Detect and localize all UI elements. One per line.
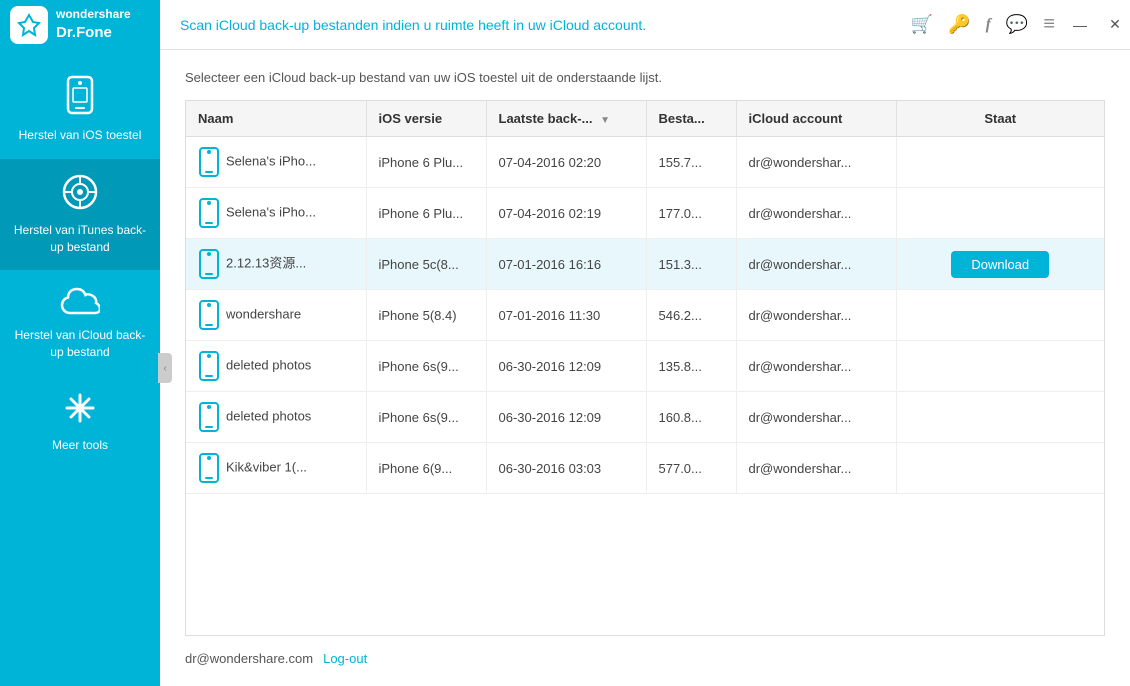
backup-table-container[interactable]: Naam iOS versie Laatste back-... ▼ Besta… (185, 100, 1105, 636)
window-controls: — ✕ (1065, 10, 1130, 40)
content-subtitle: Selecteer een iCloud back-up bestand van… (185, 70, 1105, 85)
cell-backup: 06-30-2016 12:09 (486, 392, 646, 443)
cell-name: 2.12.13资源... (186, 239, 366, 290)
cell-name: deleted photos (186, 341, 366, 392)
table-row[interactable]: Selena's iPho...iPhone 6 Plu...07-04-201… (186, 188, 1104, 239)
cell-account: dr@wondershar... (736, 290, 896, 341)
backup-table: Naam iOS versie Laatste back-... ▼ Besta… (186, 101, 1104, 494)
cell-ios: iPhone 6(9... (366, 443, 486, 494)
cloud-icon (60, 285, 100, 321)
col-header-account[interactable]: iCloud account (736, 101, 896, 137)
table-row[interactable]: deleted photosiPhone 6s(9...06-30-2016 1… (186, 341, 1104, 392)
sidebar: Herstel van iOS toestel Herstel van iTun… (0, 50, 160, 686)
footer-area: dr@wondershare.com Log-out (185, 651, 1105, 666)
cell-size: 135.8... (646, 341, 736, 392)
sort-icon: ▼ (600, 115, 610, 126)
sidebar-label-itunes: Herstel van iTunes back-up bestand (10, 222, 150, 256)
cell-ios: iPhone 6 Plu... (366, 137, 486, 188)
sidebar-toggle[interactable]: ‹ (158, 353, 172, 383)
minimize-button[interactable]: — (1065, 10, 1095, 40)
cell-account: dr@wondershar... (736, 137, 896, 188)
cell-backup: 07-04-2016 02:19 (486, 188, 646, 239)
cell-state (896, 443, 1104, 494)
cell-account: dr@wondershar... (736, 239, 896, 290)
cell-state (896, 290, 1104, 341)
cell-account: dr@wondershar... (736, 443, 896, 494)
logo-area: wondershare Dr.Fone (0, 0, 160, 50)
cell-name: wondershare (186, 290, 366, 341)
cell-state (896, 188, 1104, 239)
cell-size: 151.3... (646, 239, 736, 290)
cart-icon[interactable]: 🛒 (911, 14, 933, 35)
cell-size: 155.7... (646, 137, 736, 188)
sidebar-item-itunes-restore[interactable]: Herstel van iTunes back-up bestand (0, 159, 160, 271)
tools-icon (63, 391, 97, 431)
cell-ios: iPhone 6s(9... (366, 341, 486, 392)
table-row[interactable]: deleted photosiPhone 6s(9...06-30-2016 1… (186, 392, 1104, 443)
cell-backup: 07-01-2016 16:16 (486, 239, 646, 290)
facebook-icon[interactable]: f (986, 16, 991, 34)
cell-name: deleted photos (186, 392, 366, 443)
table-header-row: Naam iOS versie Laatste back-... ▼ Besta… (186, 101, 1104, 137)
cell-size: 160.8... (646, 392, 736, 443)
cell-size: 177.0... (646, 188, 736, 239)
logo-icon (10, 6, 48, 44)
cell-size: 577.0... (646, 443, 736, 494)
sidebar-item-more-tools[interactable]: Meer tools (0, 376, 160, 469)
cell-state (896, 341, 1104, 392)
phone-icon (64, 75, 96, 121)
cell-account: dr@wondershar... (736, 392, 896, 443)
sidebar-label-tools: Meer tools (52, 437, 108, 454)
cell-state[interactable]: Download (896, 239, 1104, 290)
close-button[interactable]: ✕ (1100, 10, 1130, 40)
col-header-size[interactable]: Besta... (646, 101, 736, 137)
chat-icon[interactable]: 💬 (1006, 14, 1028, 35)
cell-size: 546.2... (646, 290, 736, 341)
cell-account: dr@wondershar... (736, 188, 896, 239)
cell-name: Selena's iPho... (186, 137, 366, 188)
cell-name: Kik&viber 1(... (186, 443, 366, 494)
table-row[interactable]: wondershareiPhone 5(8.4)07-01-2016 11:30… (186, 290, 1104, 341)
cell-backup: 07-01-2016 11:30 (486, 290, 646, 341)
download-button[interactable]: Download (951, 251, 1049, 278)
cell-ios: iPhone 5c(8... (366, 239, 486, 290)
cell-ios: iPhone 5(8.4) (366, 290, 486, 341)
app-name: wondershare Dr.Fone (56, 7, 131, 42)
col-header-ios[interactable]: iOS versie (366, 101, 486, 137)
footer-email: dr@wondershare.com (185, 651, 313, 666)
cell-backup: 06-30-2016 12:09 (486, 341, 646, 392)
sidebar-item-ios-restore[interactable]: Herstel van iOS toestel (0, 60, 160, 159)
cell-backup: 07-04-2016 02:20 (486, 137, 646, 188)
table-row[interactable]: Selena's iPho...iPhone 6 Plu...07-04-201… (186, 137, 1104, 188)
sidebar-item-icloud-restore[interactable]: Herstel van iCloud back-up bestand (0, 270, 160, 376)
cell-state (896, 137, 1104, 188)
cell-account: dr@wondershar... (736, 341, 896, 392)
cell-name: Selena's iPho... (186, 188, 366, 239)
header-message: Scan iCloud back-up bestanden indien u r… (160, 17, 911, 33)
title-bar-icons: 🛒 🔑 f 💬 ≡ (911, 13, 1055, 36)
table-row[interactable]: 2.12.13资源...iPhone 5c(8...07-01-2016 16:… (186, 239, 1104, 290)
cell-backup: 06-30-2016 03:03 (486, 443, 646, 494)
col-header-name[interactable]: Naam (186, 101, 366, 137)
cell-ios: iPhone 6 Plu... (366, 188, 486, 239)
logout-link[interactable]: Log-out (323, 651, 367, 666)
music-icon (62, 174, 98, 216)
menu-icon[interactable]: ≡ (1043, 13, 1055, 36)
cell-ios: iPhone 6s(9... (366, 392, 486, 443)
table-row[interactable]: Kik&viber 1(...iPhone 6(9...06-30-2016 0… (186, 443, 1104, 494)
col-header-backup[interactable]: Laatste back-... ▼ (486, 101, 646, 137)
sidebar-label-icloud: Herstel van iCloud back-up bestand (10, 327, 150, 361)
key-icon[interactable]: 🔑 (948, 14, 970, 35)
cell-state (896, 392, 1104, 443)
content-area: Selecteer een iCloud back-up bestand van… (160, 50, 1130, 686)
col-header-state[interactable]: Staat (896, 101, 1104, 137)
sidebar-label-ios: Herstel van iOS toestel (19, 127, 142, 144)
table-body: Selena's iPho...iPhone 6 Plu...07-04-201… (186, 137, 1104, 494)
